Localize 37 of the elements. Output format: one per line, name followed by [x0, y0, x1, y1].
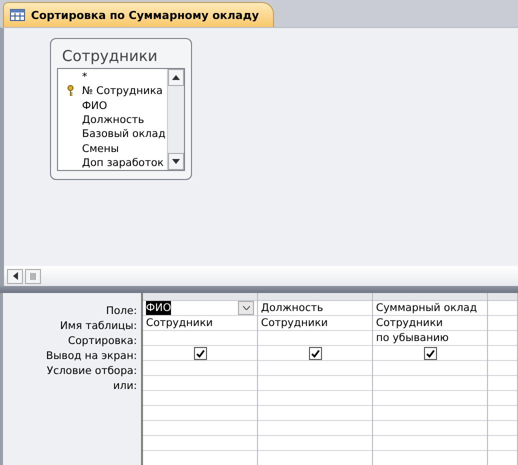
show-checkbox[interactable]	[308, 346, 322, 360]
row-label: Условие отбора:	[46, 364, 137, 379]
check-icon	[310, 348, 320, 358]
row-label: Вывод на экран:	[46, 349, 137, 364]
table-name-cell[interactable]: Сотрудники	[258, 316, 372, 331]
query-tab[interactable]: Сортировка по Суммарному окладу	[3, 2, 274, 27]
field-cell[interactable]: Суммарный оклад	[373, 301, 487, 316]
left-arrow-icon[interactable]	[12, 272, 18, 280]
check-icon	[426, 348, 434, 358]
table-name-cell[interactable]: Сотрудники	[373, 316, 487, 331]
field-row[interactable]: Должность	[58, 112, 167, 128]
row-label: или:	[113, 379, 137, 394]
sort-cell[interactable]: по убыванию	[373, 331, 487, 346]
show-checkbox[interactable]	[424, 346, 436, 360]
scroll-thumb-icon[interactable]	[30, 272, 36, 280]
down-arrow-icon[interactable]	[172, 159, 180, 164]
horizontal-scrollbar[interactable]	[0, 266, 518, 286]
query-icon	[10, 9, 25, 21]
row-label: Имя таблицы:	[60, 319, 137, 334]
field-row[interactable]: *	[58, 70, 167, 84]
dropdown-button[interactable]	[238, 301, 254, 315]
table-name-cell[interactable]: Сотрудники	[143, 316, 257, 331]
field-row[interactable]: Базовый оклад	[58, 127, 167, 142]
field-row[interactable]: ФИО	[58, 98, 167, 113]
field-row[interactable]: № Сотрудника	[58, 84, 167, 99]
field-row[interactable]: Доп заработок	[58, 156, 167, 170]
field-row[interactable]: Смены	[58, 141, 167, 156]
check-icon	[196, 348, 204, 358]
table-title: Сотрудники	[61, 46, 159, 67]
up-arrow-icon[interactable]	[172, 75, 180, 80]
vertical-scrollbar[interactable]	[167, 69, 184, 170]
row-label: Поле:	[106, 304, 137, 319]
field-cell[interactable]: Должность	[258, 301, 372, 316]
show-checkbox[interactable]	[194, 346, 206, 360]
row-label: Сортировка:	[68, 334, 137, 349]
caret-icon	[242, 306, 250, 310]
field-cell[interactable]: ФИО	[143, 301, 257, 316]
